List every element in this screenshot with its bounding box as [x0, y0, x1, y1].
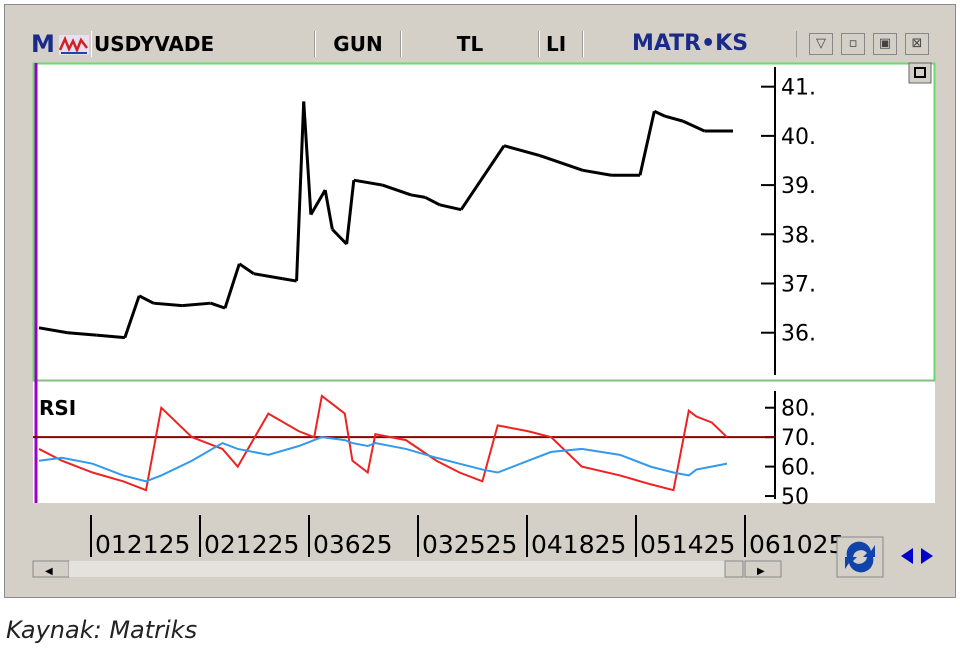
price-y-tick-label: 38. — [781, 223, 816, 248]
scroll-left-glyph: ◀ — [45, 566, 53, 577]
scroll-thumb[interactable] — [724, 560, 744, 578]
x-tick-label: 021225 — [204, 530, 299, 559]
x-tick-label: 051425 — [640, 530, 735, 559]
rsi-panel-label: RSI — [39, 396, 76, 420]
price-y-tick-label: 37. — [781, 273, 816, 298]
x-tick-label: 03625 — [313, 530, 393, 559]
source-caption: Kaynak: Matriks — [6, 616, 198, 644]
price-y-tick-label: 40. — [781, 125, 816, 150]
scroll-right-icon[interactable] — [921, 548, 933, 564]
rsi-y-tick-label: 60. — [781, 456, 816, 481]
x-tick-label: 012125 — [95, 530, 190, 559]
x-tick-label: 032525 — [422, 530, 517, 559]
scroll-right-glyph: ▶ — [757, 566, 765, 577]
chart-canvas: 41. 40. 39. 38. 37. 36. 80. 70. 60. 50 RSI 01212… — [32, 62, 936, 578]
rsi-y-tick-label: 80. — [781, 397, 816, 422]
rsi-y-tick-label: 70. — [781, 426, 816, 451]
x-tick-label: 041825 — [531, 530, 626, 559]
horizontal-scrollbar[interactable] — [69, 561, 725, 577]
price-y-tick-label: 39. — [781, 174, 816, 199]
scroll-left-icon[interactable] — [901, 548, 913, 564]
maximize-panel-icon[interactable] — [908, 62, 932, 84]
x-tick-label: 061025 — [749, 530, 844, 559]
price-y-tick-label: 41. — [781, 76, 816, 101]
price-y-tick-label: 36. — [781, 322, 816, 347]
rsi-y-tick-label: 50 — [781, 485, 809, 510]
chart-window: M USDYVADE GUN TL LI MATR•KS ▽ ▫ ▣ ⊠ 41.… — [4, 4, 956, 598]
